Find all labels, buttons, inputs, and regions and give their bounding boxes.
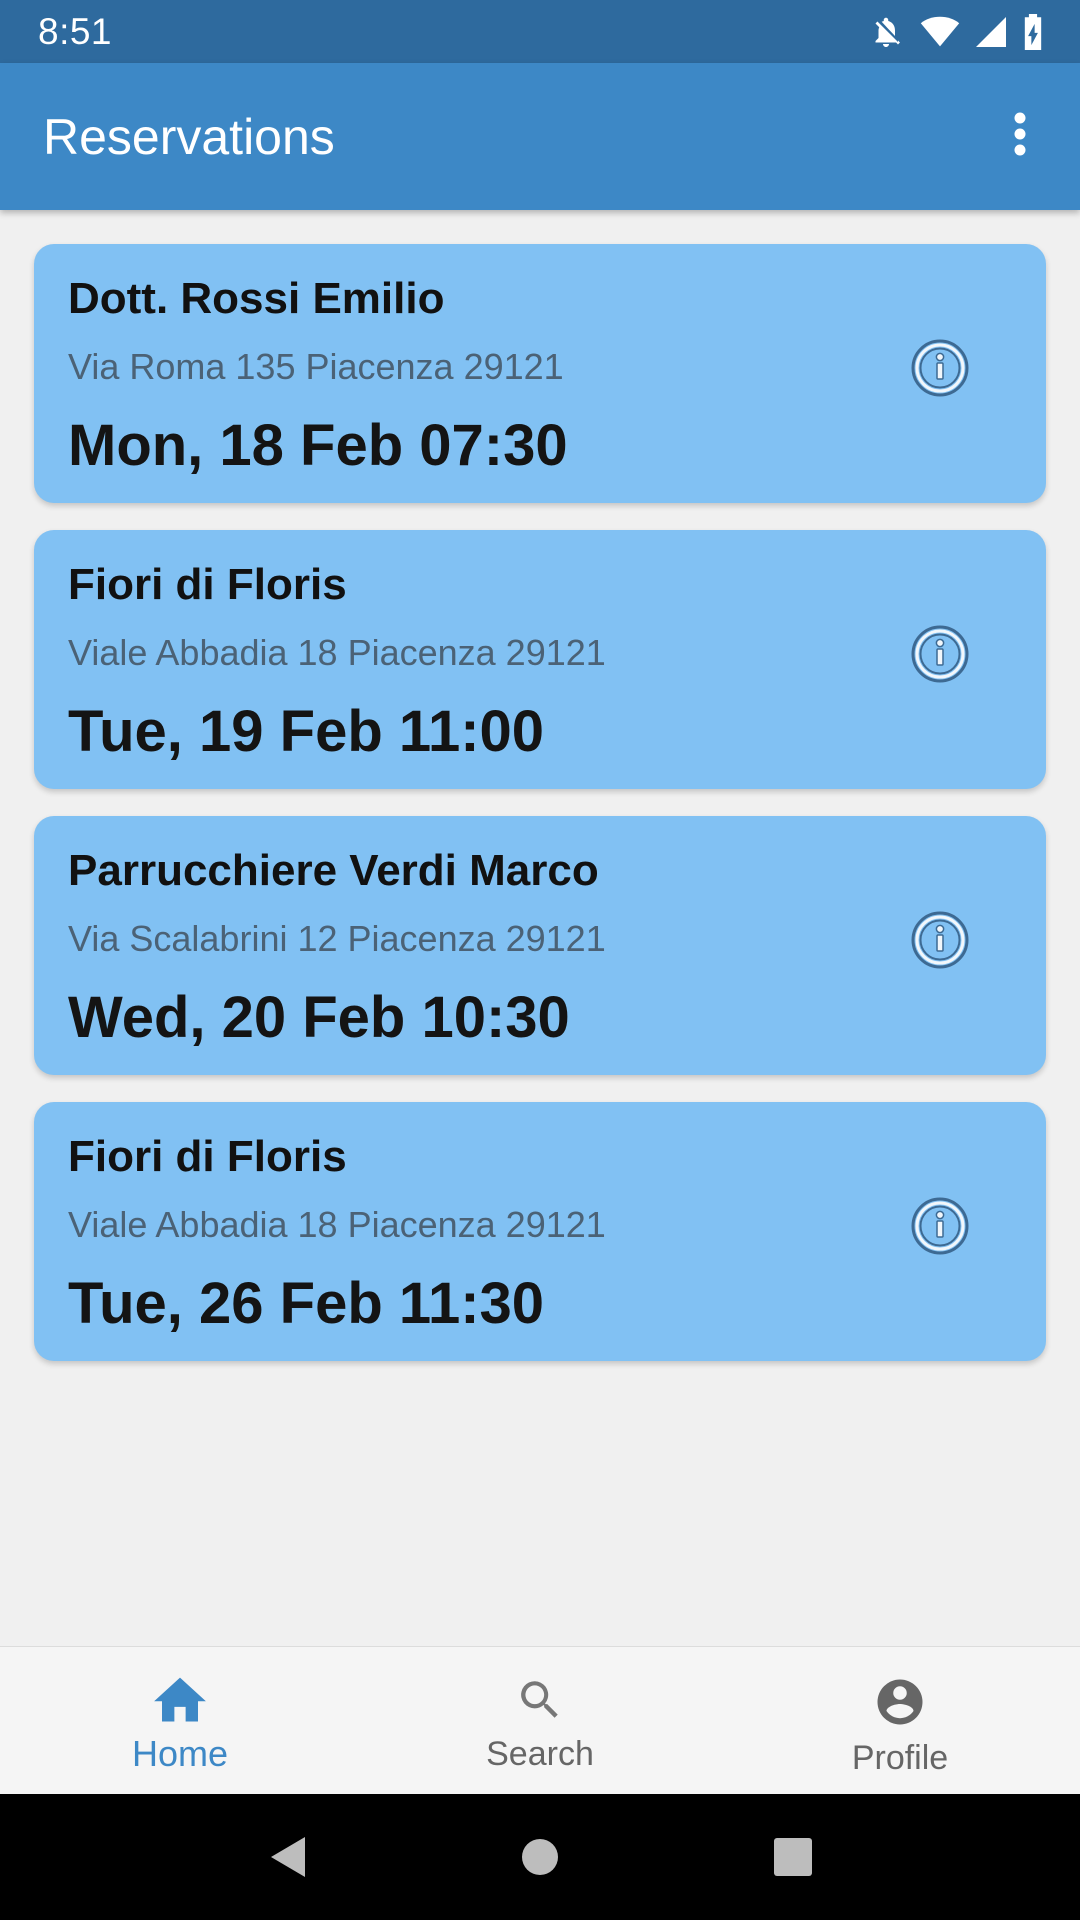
account-circle-icon	[873, 1675, 927, 1729]
notifications-off-icon	[868, 13, 904, 51]
recents-button[interactable]	[753, 1817, 833, 1897]
reservation-date: Wed, 20 Feb 10:30	[68, 985, 570, 1050]
page-title: Reservations	[43, 108, 335, 165]
status-bar: 8:51	[0, 0, 1080, 63]
back-button[interactable]	[247, 1817, 327, 1897]
wifi-icon	[920, 16, 960, 48]
nav-label-home: Home	[131, 1733, 229, 1774]
reservation-name: Fiori di Floris	[68, 1132, 347, 1181]
reservation-name: Dott. Rossi Emilio	[68, 274, 445, 323]
reservation-name: Parrucchiere Verdi Marco	[68, 846, 599, 895]
overflow-menu-button[interactable]	[990, 97, 1050, 177]
cell-signal-icon	[976, 16, 1006, 48]
home-nav-button[interactable]	[500, 1817, 580, 1897]
nav-home[interactable]: Home	[0, 1647, 360, 1794]
status-time: 8:51	[38, 10, 113, 52]
info-icon[interactable]	[910, 624, 970, 684]
nav-profile[interactable]: Profile	[720, 1647, 1080, 1794]
info-icon[interactable]	[910, 338, 970, 398]
reservation-date: Tue, 26 Feb 11:30	[68, 1271, 545, 1336]
nav-search[interactable]: Search	[360, 1647, 720, 1794]
reservation-list: Dott. Rossi Emilio Via Roma 135 Piacenza…	[34, 244, 1046, 1388]
search-icon	[515, 1675, 565, 1725]
reservation-address: Viale Abbadia 18 Piacenza 29121	[68, 1204, 606, 1245]
reservation-card[interactable]: Fiori di Floris Viale Abbadia 18 Piacenz…	[34, 530, 1046, 789]
home-icon	[153, 1675, 207, 1723]
reservation-address: Via Scalabrini 12 Piacenza 29121	[68, 918, 606, 959]
bottom-nav: Home Search Profile	[0, 1646, 1080, 1794]
reservation-date: Tue, 19 Feb 11:00	[68, 699, 545, 764]
app-bar: Reservations	[0, 63, 1080, 210]
reservation-address: Viale Abbadia 18 Piacenza 29121	[68, 632, 606, 673]
reservation-card[interactable]: Fiori di Floris Viale Abbadia 18 Piacenz…	[34, 1102, 1046, 1361]
reservation-address: Via Roma 135 Piacenza 29121	[68, 346, 564, 387]
nav-label-profile: Profile	[851, 1739, 949, 1777]
battery-charging-icon	[1022, 13, 1044, 50]
system-nav-bar	[0, 1794, 1080, 1920]
reservation-card[interactable]: Dott. Rossi Emilio Via Roma 135 Piacenza…	[34, 244, 1046, 503]
info-icon[interactable]	[910, 1196, 970, 1256]
reservation-card[interactable]: Parrucchiere Verdi Marco Via Scalabrini …	[34, 816, 1046, 1075]
reservation-name: Fiori di Floris	[68, 560, 347, 609]
info-icon[interactable]	[910, 910, 970, 970]
nav-label-search: Search	[486, 1735, 594, 1773]
reservation-date: Mon, 18 Feb 07:30	[68, 413, 568, 478]
more-vert-icon	[1013, 112, 1027, 161]
status-icons	[868, 13, 1044, 51]
